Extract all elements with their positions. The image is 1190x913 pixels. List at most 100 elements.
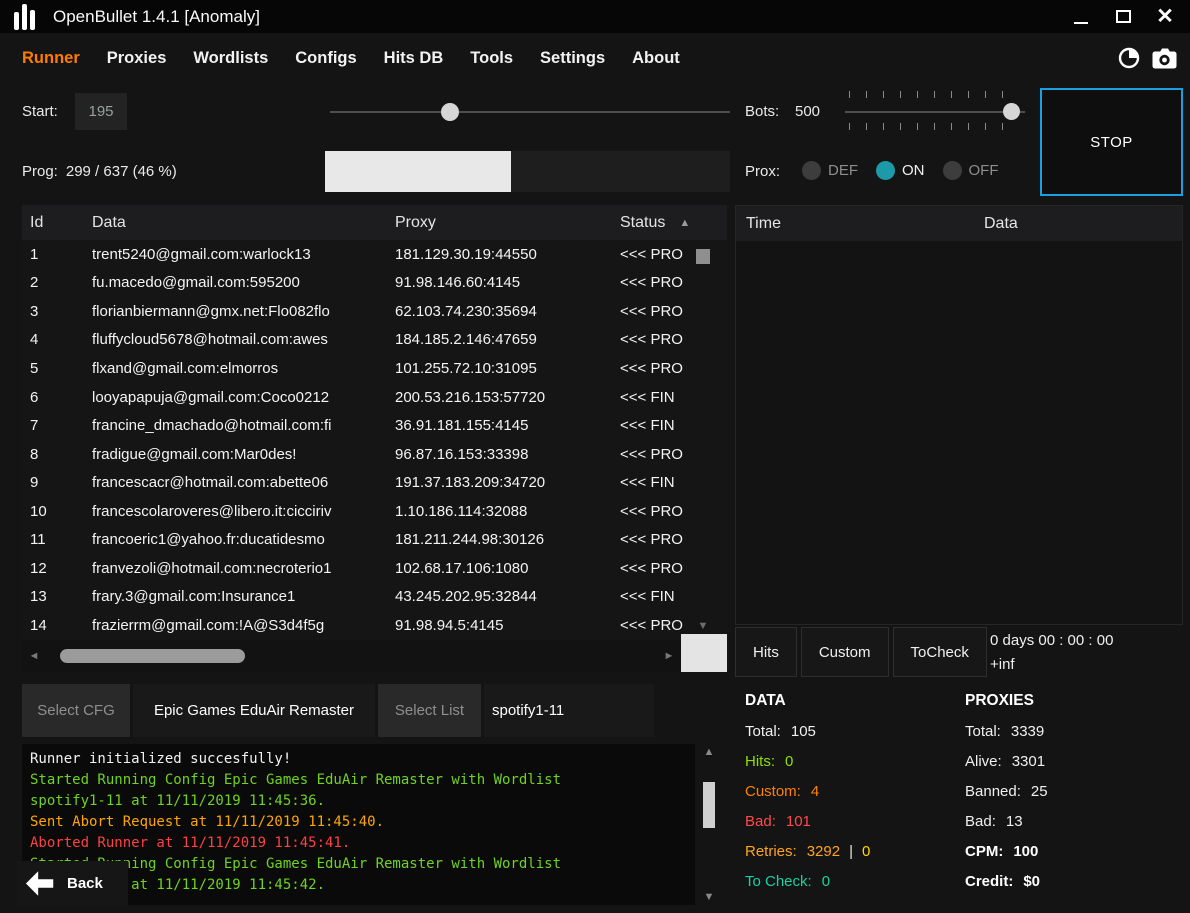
progress-bar — [325, 151, 730, 192]
bots-slider[interactable] — [845, 91, 1025, 133]
nav-item-hits-db[interactable]: Hits DB — [384, 49, 444, 68]
start-input[interactable] — [75, 93, 127, 130]
column-header-time[interactable]: Time — [736, 215, 976, 233]
log-line: Runner initialized succesfully! — [30, 749, 642, 770]
stat-label: Banned: — [965, 782, 1021, 802]
table-row[interactable]: 1trent5240@gmail.com:warlock13181.129.30… — [22, 240, 693, 269]
sort-ascending-icon[interactable]: ▲ — [679, 217, 690, 229]
close-icon: ✕ — [1156, 4, 1174, 29]
cell-data: francine_dmachado@hotmail.com:fi — [84, 417, 387, 434]
horizontal-scrollbar-track[interactable] — [46, 640, 657, 672]
tab-custom[interactable]: Custom — [801, 627, 889, 677]
prox-radio-off[interactable]: OFF — [943, 161, 999, 180]
table-row[interactable]: 7francine_dmachado@hotmail.com:fi36.91.1… — [22, 411, 693, 440]
stat-row: Banned:25 — [965, 782, 1180, 802]
cell-proxy: 36.91.181.155:4145 — [387, 417, 612, 434]
table-row[interactable]: 6looyapapuja@gmail.com:Coco0212200.53.21… — [22, 383, 693, 412]
nav-item-proxies[interactable]: Proxies — [107, 49, 167, 68]
table-row[interactable]: 5flxand@gmail.com:elmorros101.255.72.10:… — [22, 354, 693, 383]
radio-circle-icon — [802, 161, 821, 180]
scroll-up-icon[interactable]: ▲ — [699, 746, 719, 758]
column-header-id[interactable]: Id — [22, 214, 84, 232]
scroll-right-icon[interactable]: ► — [657, 650, 681, 662]
table-row[interactable]: 4fluffycloud5678@hotmail.com:awes184.185… — [22, 326, 693, 355]
stat-row: Retries:3292|0 — [745, 842, 960, 862]
nav-item-wordlists[interactable]: Wordlists — [193, 49, 268, 68]
close-button[interactable]: ✕ — [1152, 4, 1178, 30]
result-tabs: HitsCustomToCheck — [735, 627, 987, 677]
table-row[interactable]: 11francoeric1@yahoo.fr:ducatidesmo181.21… — [22, 525, 693, 554]
table-row[interactable]: 9francescacr@hotmail.com:abette06191.37.… — [22, 468, 693, 497]
table-row[interactable]: 13frary.3@gmail.com:Insurance143.245.202… — [22, 583, 693, 612]
table-row[interactable]: 8fradigue@gmail.com:Mar0des!96.87.16.153… — [22, 440, 693, 469]
stat-value: 3339 — [1011, 722, 1044, 742]
nav-item-configs[interactable]: Configs — [295, 49, 356, 68]
nav-item-about[interactable]: About — [632, 49, 680, 68]
stop-button[interactable]: STOP — [1040, 88, 1183, 196]
cell-id: 13 — [22, 588, 84, 605]
bots-label: Bots: — [745, 103, 779, 120]
scroll-down-icon[interactable]: ▼ — [693, 620, 713, 632]
scrollbar-corner — [681, 634, 727, 672]
stat-value: $0 — [1023, 872, 1040, 892]
log-scrollbar[interactable]: ▲ ▼ — [699, 744, 719, 905]
stat-value: 100 — [1013, 842, 1038, 862]
cell-data: fradigue@gmail.com:Mar0des! — [84, 446, 387, 463]
column-header-proxy[interactable]: Proxy — [387, 214, 612, 232]
stat-label: Bad: — [965, 812, 996, 832]
stat-row: Credit: $0 — [965, 872, 1180, 892]
tab-tocheck[interactable]: ToCheck — [893, 627, 987, 677]
table-row[interactable]: 10francescolaroveres@libero.it:cicciriv1… — [22, 497, 693, 526]
progress-label: Prog: — [22, 163, 58, 180]
back-button[interactable]: Back — [17, 861, 128, 906]
nav-item-runner[interactable]: Runner — [22, 49, 80, 68]
stat-row: Total:105 — [745, 722, 960, 742]
prox-radio-on[interactable]: ON — [876, 161, 925, 180]
vertical-scrollbar-thumb[interactable] — [696, 249, 710, 264]
column-header-status[interactable]: Status — [620, 214, 665, 232]
proxy-stats: PROXIES Total:3339Alive:3301Banned:25Bad… — [965, 692, 1180, 902]
vertical-scrollbar[interactable]: ▼ — [693, 243, 713, 634]
column-header-data[interactable]: Data — [84, 214, 387, 232]
table-row[interactable]: 3florianbiermann@gmx.net:Flo082flo62.103… — [22, 297, 693, 326]
stat-label: Credit: — [965, 872, 1013, 892]
cell-data: francescacr@hotmail.com:abette06 — [84, 474, 387, 491]
timer-icon[interactable] — [1117, 46, 1141, 70]
bots-slider-thumb[interactable] — [1003, 103, 1020, 120]
cell-proxy: 200.53.216.153:57720 — [387, 389, 612, 406]
stat-label: Total: — [965, 722, 1001, 742]
start-slider[interactable] — [330, 103, 730, 121]
minimize-button[interactable] — [1068, 4, 1094, 30]
camera-icon[interactable] — [1151, 47, 1178, 70]
select-list-button[interactable]: Select List — [378, 684, 481, 737]
results-table: Id Data Proxy Status ▲ 1trent5240@gmail.… — [22, 205, 727, 672]
horizontal-scrollbar[interactable]: ◄ ► — [22, 640, 681, 672]
cell-status: <<< FIN — [612, 389, 693, 406]
table-row[interactable]: 2fu.macedo@gmail.com:59520091.98.146.60:… — [22, 269, 693, 298]
column-header-hits-data[interactable]: Data — [976, 215, 1182, 233]
select-config-button[interactable]: Select CFG — [22, 684, 130, 737]
cell-id: 14 — [22, 617, 84, 634]
nav-item-settings[interactable]: Settings — [540, 49, 605, 68]
maximize-button[interactable] — [1110, 4, 1136, 30]
stat-extra-value: 0 — [862, 842, 870, 862]
nav-item-tools[interactable]: Tools — [470, 49, 513, 68]
horizontal-scrollbar-thumb[interactable] — [60, 649, 245, 663]
titlebar: OpenBullet 1.4.1 [Anomaly] ✕ — [0, 0, 1190, 33]
log-scrollbar-thumb[interactable] — [703, 782, 715, 828]
table-row[interactable]: 12franvezoli@hotmail.com:necroterio1102.… — [22, 554, 693, 583]
back-button-label: Back — [67, 875, 103, 892]
cell-status: <<< PRO — [612, 531, 693, 548]
nav-menu: Runner Proxies Wordlists Configs Hits DB Tool… — [22, 49, 680, 68]
prox-radio-def[interactable]: DEF — [802, 161, 858, 180]
scroll-down-icon[interactable]: ▼ — [699, 891, 719, 903]
tab-hits[interactable]: Hits — [735, 627, 797, 677]
scroll-left-icon[interactable]: ◄ — [22, 650, 46, 662]
table-row[interactable]: 14frazierrm@gmail.com:!A@S3d4f5g91.98.94… — [22, 611, 693, 640]
cell-data: fluffycloud5678@hotmail.com:awes — [84, 331, 387, 348]
start-slider-track — [330, 111, 730, 113]
cell-status: <<< PRO — [612, 503, 693, 520]
remaining-time: +inf — [990, 653, 1113, 677]
start-slider-thumb[interactable] — [441, 103, 459, 121]
timer-readout: 0 days 00 : 00 : 00 +inf — [990, 629, 1113, 677]
